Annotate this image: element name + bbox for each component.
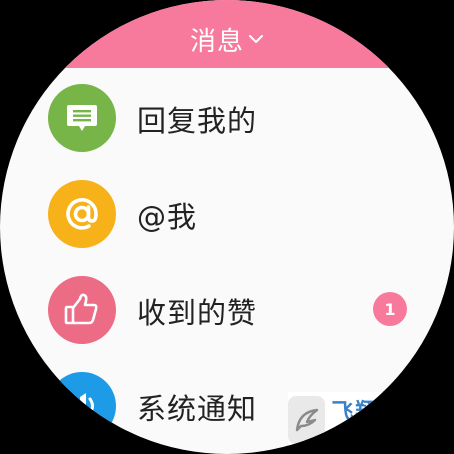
speaker-icon: [48, 372, 116, 440]
list-item-label: 收到的赞: [137, 296, 258, 330]
watch-screen: 消息 回复我的 @我 收到的赞 1 系统通知 飞翔下载 WWW.FXXZ.COM: [0, 0, 454, 454]
header-bar[interactable]: 消息: [0, 0, 454, 68]
unread-count-badge: 1: [373, 292, 407, 326]
message-bubble-icon: [48, 84, 116, 152]
watermark-text: 飞翔下载 WWW.FXXZ.COM: [331, 399, 448, 440]
list-item-likes[interactable]: 收到的赞 1: [0, 268, 454, 364]
watermark-title: 飞翔下载: [331, 399, 428, 425]
watermark: 飞翔下载 WWW.FXXZ.COM: [288, 392, 448, 448]
watermark-logo-icon: [288, 396, 326, 444]
list-item-label: @我: [137, 200, 198, 234]
list-item-label: 系统通知: [137, 392, 258, 426]
page-title[interactable]: 消息: [190, 21, 244, 58]
header-title-group[interactable]: 消息: [190, 21, 264, 58]
list-item-replies[interactable]: 回复我的: [0, 76, 454, 172]
list-item-label: 回复我的: [137, 104, 258, 138]
chevron-down-icon[interactable]: [248, 31, 264, 47]
list-item-mentions[interactable]: @我: [0, 172, 454, 268]
thumbs-up-icon: [48, 276, 116, 344]
at-sign-icon: [48, 180, 116, 248]
watermark-url: WWW.FXXZ.COM: [331, 426, 448, 440]
